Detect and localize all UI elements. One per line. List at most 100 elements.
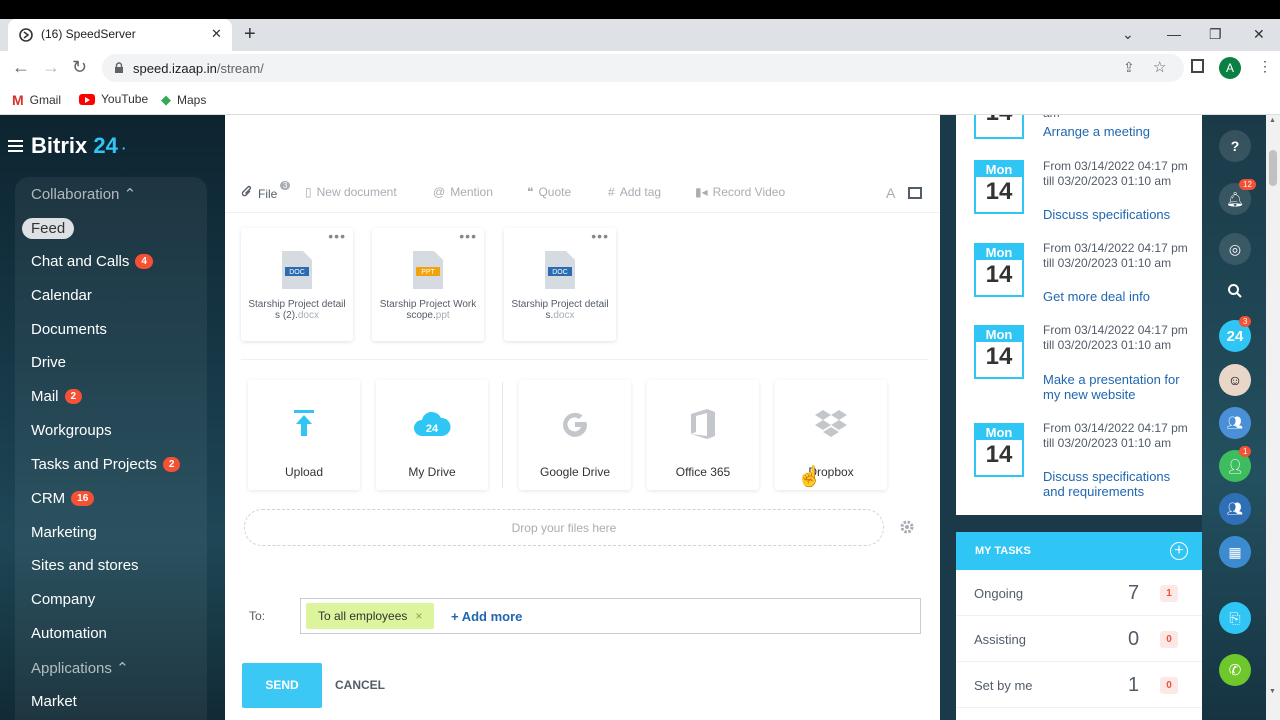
sidebar-item-automation[interactable]: Automation (31, 625, 107, 642)
side-panel-icon[interactable] (1191, 59, 1204, 73)
upload-source-button[interactable]: Upload (248, 380, 360, 490)
event-title-link[interactable]: Arrange a meeting (1043, 124, 1193, 139)
toolbar-add-tag-button[interactable]: # Add tag (608, 185, 661, 199)
sidebar-item-label: Market (31, 693, 77, 710)
tab-close-icon[interactable]: ✕ (211, 26, 222, 42)
window-close-icon[interactable]: ✕ (1253, 26, 1265, 43)
task-row-assisting[interactable]: Assisting 0 0 (956, 616, 1202, 662)
search-icon[interactable] (1219, 275, 1251, 307)
toolbar-file-button[interactable]: File (241, 185, 277, 202)
bookmark-gmail[interactable]: M Gmail (12, 92, 61, 108)
bookmark-star-icon[interactable]: ☆ (1153, 58, 1166, 76)
share-icon[interactable]: ⇪ (1123, 59, 1135, 76)
bookmark-maps[interactable]: ◆ Maps (161, 92, 206, 108)
address-bar[interactable]: speed.izaap.in/stream/ ⇪ ☆ (102, 54, 1184, 82)
menu-burger-icon[interactable] (8, 140, 23, 155)
sidebar-item-mail[interactable]: Mail 2 (31, 388, 83, 405)
toolbar-quote-button[interactable]: ❝ Quote (527, 185, 571, 199)
dropbox-source-button[interactable]: Dropbox (775, 380, 887, 490)
profile-avatar[interactable]: A (1219, 57, 1241, 79)
attached-file-card[interactable]: ••• PPT Starship Project Workscope.ppt (372, 228, 484, 341)
help-icon[interactable]: ? (1219, 130, 1251, 162)
task-row-set-by-me[interactable]: Set by me 1 0 (956, 662, 1202, 708)
sidebar-item-workgroups[interactable]: Workgroups (31, 422, 112, 439)
toolbar-label: Add tag (619, 185, 662, 199)
user-avatar-icon[interactable]: ☺ (1219, 364, 1251, 396)
event-time: From 03/14/2022 04:17 pm till 03/20/2023… (1043, 421, 1188, 450)
svg-text:24: 24 (426, 423, 439, 435)
scroll-down-icon[interactable]: ▼ (1269, 688, 1276, 695)
event-title-link[interactable]: Discuss specifications and requirements (1043, 469, 1193, 499)
text-format-icon[interactable]: A (886, 185, 895, 201)
team-icon[interactable]: 👥︎ (1219, 407, 1251, 439)
sidebar-section-applications[interactable]: Applications ⌃ (31, 659, 129, 677)
event-title-link[interactable]: Make a presentation for my new website (1043, 372, 1193, 402)
tab-search-icon[interactable]: ⌄ (1122, 26, 1134, 43)
office-365-source-button[interactable]: Office 365 (647, 380, 759, 490)
sidebar-item-market[interactable]: Market (31, 693, 77, 710)
sidebar-item-documents[interactable]: Documents (31, 321, 107, 338)
bitrix24-icon[interactable]: 24 3 (1219, 316, 1252, 352)
tab-favicon-icon (19, 28, 33, 47)
sidebar-item-crm[interactable]: CRM 16 (31, 490, 95, 507)
sidebar-item-marketing[interactable]: Marketing (31, 524, 97, 541)
my-drive-source-button[interactable]: 24 My Drive (376, 380, 488, 490)
user-icon[interactable]: 👤︎ 1 (1219, 446, 1252, 482)
cancel-button[interactable]: CANCEL (335, 678, 385, 692)
sidebar-item-tasks-and-projects[interactable]: Tasks and Projects 2 (31, 456, 181, 473)
browser-tab[interactable]: (16) SpeedServer ✕ (8, 19, 232, 51)
bookmark-youtube[interactable]: YouTube (79, 92, 148, 106)
chrome-menu-icon[interactable]: ⋮ (1258, 58, 1272, 75)
more-options-icon[interactable]: ••• (459, 228, 477, 244)
sidebar-item-sites-and-stores[interactable]: Sites and stores (31, 557, 139, 574)
sidebar-item-chat-and-calls[interactable]: Chat and Calls 4 (31, 253, 153, 270)
event-title-link[interactable]: Discuss specifications (1043, 207, 1193, 222)
sidebar-item-label: Mail (31, 388, 59, 405)
notifications-bell-icon[interactable]: 🔔︎ 12 (1219, 179, 1256, 215)
sidebar-item-feed[interactable]: Feed (22, 218, 75, 239)
add-more-recipients-link[interactable]: + Add more (451, 609, 522, 624)
sidebar-item-drive[interactable]: Drive (31, 354, 66, 371)
event-time: From 03/14/2022 04:17 pm till 03/20/2023… (1043, 159, 1188, 188)
task-row-ongoing[interactable]: Ongoing 7 1 (956, 570, 1202, 616)
fullscreen-icon[interactable] (908, 187, 922, 199)
recipient-field[interactable]: To all employees × + Add more (300, 598, 921, 634)
scroll-up-icon[interactable]: ▲ (1269, 117, 1276, 124)
more-options-icon[interactable]: ••• (591, 228, 609, 244)
attached-file-card[interactable]: ••• DOC Starship Project details (2).doc… (241, 228, 353, 341)
source-label: My Drive (408, 465, 456, 479)
back-icon[interactable]: ← (12, 58, 30, 76)
browser-tab-strip: (16) SpeedServer ✕ + ⌄ — ❐ ✕ (0, 19, 1280, 51)
new-tab-icon[interactable]: + (244, 24, 256, 44)
recipient-chip[interactable]: To all employees × (306, 603, 435, 629)
gear-icon[interactable] (899, 519, 915, 540)
more-options-icon[interactable]: ••• (328, 228, 346, 244)
toolbar-label: Quote (538, 185, 572, 199)
toolbar-record-video-button[interactable]: ▮◂ Record Video (695, 185, 785, 199)
minimize-icon[interactable]: — (1167, 26, 1181, 42)
remove-recipient-icon[interactable]: × (415, 609, 422, 623)
attached-file-card[interactable]: ••• DOC Starship Project details.docx (504, 228, 616, 341)
bitrix-logo[interactable]: Bitrix 24 · (31, 133, 126, 159)
restore-icon[interactable]: ❐ (1209, 26, 1222, 43)
sidebar-section-collaboration[interactable]: Collaboration ⌃ (31, 185, 136, 203)
reload-icon[interactable]: ↻ (72, 58, 87, 76)
toolbar-mention-button[interactable]: @ Mention (433, 185, 493, 199)
chat-icon[interactable]: ◎ (1219, 233, 1251, 265)
toolbar-new-document-button[interactable]: ▯ New document (305, 185, 397, 199)
sidebar-item-calendar[interactable]: Calendar (31, 287, 92, 304)
page-scrollbar[interactable]: ▲ ▼ (1266, 115, 1280, 720)
phone-icon[interactable]: ✆ (1219, 654, 1251, 686)
add-task-icon[interactable]: + (1170, 542, 1188, 560)
send-button[interactable]: SEND (242, 663, 322, 708)
forward-icon[interactable]: → (42, 58, 60, 76)
event-title-link[interactable]: Get more deal info (1043, 289, 1193, 304)
office-icon (683, 408, 723, 445)
file-drop-zone[interactable]: Drop your files here (244, 509, 884, 546)
document-exit-icon[interactable]: ⎘ (1219, 602, 1251, 634)
scrollbar-thumb[interactable] (1269, 150, 1277, 186)
sidebar-item-company[interactable]: Company (31, 591, 95, 608)
calendar-icon[interactable]: ▦ (1219, 536, 1251, 568)
group-chat-icon[interactable]: 👥︎ (1219, 493, 1251, 525)
google-drive-source-button[interactable]: Google Drive (519, 380, 631, 490)
